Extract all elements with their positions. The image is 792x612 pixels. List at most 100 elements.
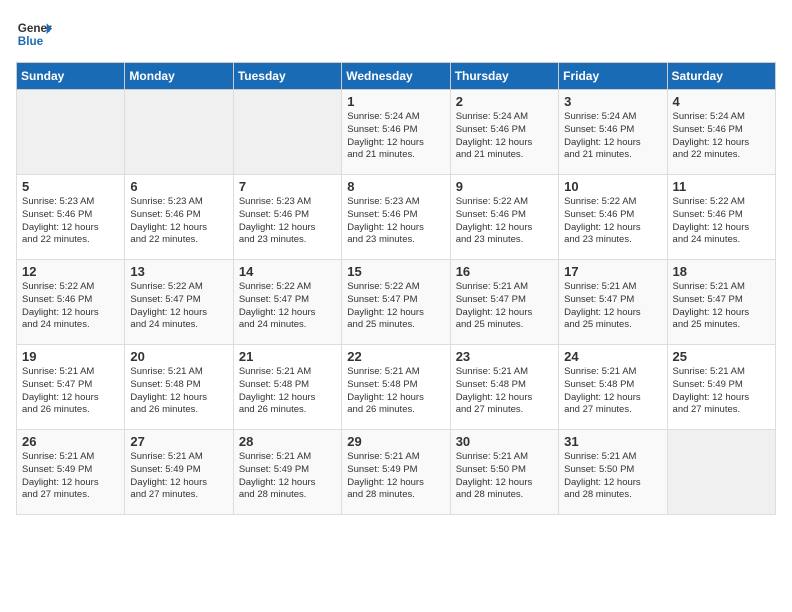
calendar-cell <box>233 90 341 175</box>
calendar-cell <box>17 90 125 175</box>
day-info: Sunrise: 5:22 AM Sunset: 5:47 PM Dayligh… <box>130 281 227 332</box>
calendar-cell: 6 Sunrise: 5:23 AM Sunset: 5:46 PM Daylig… <box>125 175 233 260</box>
calendar-cell: 4 Sunrise: 5:24 AM Sunset: 5:46 PM Daylig… <box>667 90 775 175</box>
day-number: 14 <box>239 264 336 279</box>
day-info: Sunrise: 5:24 AM Sunset: 5:46 PM Dayligh… <box>456 111 553 162</box>
calendar-cell: 23Sunrise: 5:21 AM Sunset: 5:48 PM Dayli… <box>450 345 558 430</box>
day-info: Sunrise: 5:22 AM Sunset: 5:47 PM Dayligh… <box>239 281 336 332</box>
svg-text:Blue: Blue <box>18 35 44 48</box>
calendar-cell: 30 Sunrise: 5:21 AM Sunset: 5:50 PM Dayli… <box>450 430 558 515</box>
day-number: 6 <box>130 179 227 194</box>
calendar-cell <box>125 90 233 175</box>
day-number: 18 <box>673 264 770 279</box>
day-info: Sunrise: 5:21 AM Sunset: 5:47 PM Dayligh… <box>22 366 119 417</box>
weekday-thursday: Thursday <box>450 63 558 90</box>
weekday-friday: Friday <box>559 63 667 90</box>
day-number: 28 <box>239 434 336 449</box>
day-number: 22 <box>347 349 444 364</box>
week-row-4: 19 Sunrise: 5:21 AM Sunset: 5:47 PM Dayli… <box>17 345 776 430</box>
day-info: Sunrise: 5:23 AM Sunset: 5:46 PM Dayligh… <box>239 196 336 247</box>
day-number: 2 <box>456 94 553 109</box>
day-number: 25 <box>673 349 770 364</box>
calendar-cell: 14 Sunrise: 5:22 AM Sunset: 5:47 PM Dayli… <box>233 260 341 345</box>
day-info: Sunrise: 5:22 AM Sunset: 5:46 PM Dayligh… <box>564 196 661 247</box>
day-info: Sunrise: 5:24 AM Sunset: 5:46 PM Dayligh… <box>673 111 770 162</box>
day-number: 23 <box>456 349 553 364</box>
day-info: Sunrise: 5:24 AM Sunset: 5:46 PM Dayligh… <box>347 111 444 162</box>
day-number: 4 <box>673 94 770 109</box>
calendar-cell: 1 Sunrise: 5:24 AM Sunset: 5:46 PM Daylig… <box>342 90 450 175</box>
day-number: 3 <box>564 94 661 109</box>
calendar-cell: 12Sunrise: 5:22 AM Sunset: 5:46 PM Dayli… <box>17 260 125 345</box>
day-number: 7 <box>239 179 336 194</box>
day-number: 11 <box>673 179 770 194</box>
calendar-cell: 26 Sunrise: 5:21 AM Sunset: 5:49 PM Dayli… <box>17 430 125 515</box>
day-info: Sunrise: 5:21 AM Sunset: 5:50 PM Dayligh… <box>564 451 661 502</box>
day-number: 31 <box>564 434 661 449</box>
day-number: 24 <box>564 349 661 364</box>
day-info: Sunrise: 5:23 AM Sunset: 5:46 PM Dayligh… <box>130 196 227 247</box>
day-info: Sunrise: 5:22 AM Sunset: 5:46 PM Dayligh… <box>22 281 119 332</box>
day-info: Sunrise: 5:21 AM Sunset: 5:48 PM Dayligh… <box>239 366 336 417</box>
day-info: Sunrise: 5:21 AM Sunset: 5:49 PM Dayligh… <box>673 366 770 417</box>
calendar-cell: 17 Sunrise: 5:21 AM Sunset: 5:47 PM Dayli… <box>559 260 667 345</box>
day-number: 10 <box>564 179 661 194</box>
calendar-cell: 15 Sunrise: 5:22 AM Sunset: 5:47 PM Dayli… <box>342 260 450 345</box>
day-info: Sunrise: 5:21 AM Sunset: 5:47 PM Dayligh… <box>456 281 553 332</box>
weekday-monday: Monday <box>125 63 233 90</box>
calendar-cell: 21 Sunrise: 5:21 AM Sunset: 5:48 PM Dayli… <box>233 345 341 430</box>
day-info: Sunrise: 5:21 AM Sunset: 5:49 PM Dayligh… <box>22 451 119 502</box>
day-info: Sunrise: 5:21 AM Sunset: 5:47 PM Dayligh… <box>564 281 661 332</box>
week-row-5: 26 Sunrise: 5:21 AM Sunset: 5:49 PM Dayli… <box>17 430 776 515</box>
day-number: 15 <box>347 264 444 279</box>
calendar-cell: 11 Sunrise: 5:22 AM Sunset: 5:46 PM Dayli… <box>667 175 775 260</box>
week-row-2: 5Sunrise: 5:23 AM Sunset: 5:46 PM Daylig… <box>17 175 776 260</box>
weekday-tuesday: Tuesday <box>233 63 341 90</box>
calendar-cell: 2 Sunrise: 5:24 AM Sunset: 5:46 PM Daylig… <box>450 90 558 175</box>
weekday-sunday: Sunday <box>17 63 125 90</box>
day-number: 16 <box>456 264 553 279</box>
weekday-header-row: SundayMondayTuesdayWednesdayThursdayFrid… <box>17 63 776 90</box>
calendar-cell: 29Sunrise: 5:21 AM Sunset: 5:49 PM Dayli… <box>342 430 450 515</box>
page-header: General Blue <box>16 16 776 52</box>
day-number: 17 <box>564 264 661 279</box>
day-number: 13 <box>130 264 227 279</box>
calendar-cell: 20Sunrise: 5:21 AM Sunset: 5:48 PM Dayli… <box>125 345 233 430</box>
day-number: 20 <box>130 349 227 364</box>
calendar-cell: 24 Sunrise: 5:21 AM Sunset: 5:48 PM Dayli… <box>559 345 667 430</box>
day-info: Sunrise: 5:22 AM Sunset: 5:46 PM Dayligh… <box>673 196 770 247</box>
day-info: Sunrise: 5:21 AM Sunset: 5:49 PM Dayligh… <box>130 451 227 502</box>
calendar-cell: 9Sunrise: 5:22 AM Sunset: 5:46 PM Daylig… <box>450 175 558 260</box>
day-number: 29 <box>347 434 444 449</box>
calendar-cell: 27 Sunrise: 5:21 AM Sunset: 5:49 PM Dayli… <box>125 430 233 515</box>
day-info: Sunrise: 5:24 AM Sunset: 5:46 PM Dayligh… <box>564 111 661 162</box>
day-number: 30 <box>456 434 553 449</box>
calendar-body: 1 Sunrise: 5:24 AM Sunset: 5:46 PM Daylig… <box>17 90 776 515</box>
calendar-cell: 10 Sunrise: 5:22 AM Sunset: 5:46 PM Dayli… <box>559 175 667 260</box>
week-row-1: 1 Sunrise: 5:24 AM Sunset: 5:46 PM Daylig… <box>17 90 776 175</box>
day-info: Sunrise: 5:23 AM Sunset: 5:46 PM Dayligh… <box>347 196 444 247</box>
day-info: Sunrise: 5:21 AM Sunset: 5:48 PM Dayligh… <box>564 366 661 417</box>
day-number: 1 <box>347 94 444 109</box>
day-number: 21 <box>239 349 336 364</box>
day-info: Sunrise: 5:22 AM Sunset: 5:47 PM Dayligh… <box>347 281 444 332</box>
calendar-cell <box>667 430 775 515</box>
weekday-saturday: Saturday <box>667 63 775 90</box>
calendar-cell: 31 Sunrise: 5:21 AM Sunset: 5:50 PM Dayli… <box>559 430 667 515</box>
day-number: 27 <box>130 434 227 449</box>
calendar-cell: 16 Sunrise: 5:21 AM Sunset: 5:47 PM Dayli… <box>450 260 558 345</box>
calendar-cell: 8 Sunrise: 5:23 AM Sunset: 5:46 PM Daylig… <box>342 175 450 260</box>
day-number: 19 <box>22 349 119 364</box>
calendar-cell: 18 Sunrise: 5:21 AM Sunset: 5:47 PM Dayli… <box>667 260 775 345</box>
day-number: 8 <box>347 179 444 194</box>
calendar-cell: 19 Sunrise: 5:21 AM Sunset: 5:47 PM Dayli… <box>17 345 125 430</box>
logo: General Blue <box>16 16 52 52</box>
day-number: 26 <box>22 434 119 449</box>
day-info: Sunrise: 5:21 AM Sunset: 5:50 PM Dayligh… <box>456 451 553 502</box>
calendar-cell: 25 Sunrise: 5:21 AM Sunset: 5:49 PM Dayli… <box>667 345 775 430</box>
logo-icon: General Blue <box>16 16 52 52</box>
day-info: Sunrise: 5:22 AM Sunset: 5:46 PM Dayligh… <box>456 196 553 247</box>
day-info: Sunrise: 5:21 AM Sunset: 5:47 PM Dayligh… <box>673 281 770 332</box>
calendar-cell: 5Sunrise: 5:23 AM Sunset: 5:46 PM Daylig… <box>17 175 125 260</box>
calendar-cell: 22Sunrise: 5:21 AM Sunset: 5:48 PM Dayli… <box>342 345 450 430</box>
